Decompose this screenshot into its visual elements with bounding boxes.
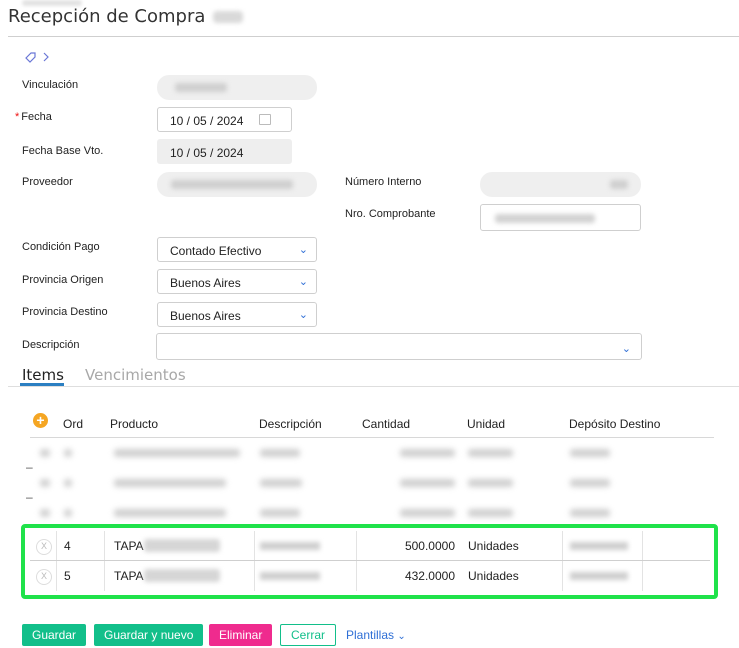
chevron-down-icon: ⌄	[298, 244, 308, 256]
table-row[interactable]	[30, 438, 714, 468]
table-row[interactable]: X 5 TAPA 432.0000 Unidades	[30, 561, 710, 591]
row-unidad: Unidades	[468, 539, 519, 553]
fecha-base-field: 10 / 05 / 2024	[157, 139, 292, 164]
col-ord: Ord	[63, 417, 84, 431]
calendar-icon[interactable]	[259, 114, 271, 125]
row-unidad: Unidades	[468, 569, 519, 583]
col-deposito: Depósito Destino	[569, 417, 661, 431]
nro-comprobante-input[interactable]	[480, 204, 641, 231]
eliminar-button[interactable]: Eliminar	[209, 624, 273, 646]
row-ord: 4	[64, 539, 71, 553]
tabs-divider	[8, 386, 739, 387]
tag-icon[interactable]	[22, 50, 52, 67]
vinculacion-label: Vinculación	[22, 79, 79, 91]
col-unidad: Unidad	[467, 417, 506, 431]
row-producto-redacted	[144, 539, 220, 552]
page-title-redacted	[213, 11, 244, 23]
fecha-label: * Fecha	[15, 111, 52, 123]
tab-vencimientos[interactable]: Vencimientos	[85, 366, 186, 384]
row-ord: 5	[64, 569, 71, 583]
plantillas-label: Plantillas	[346, 628, 395, 642]
nro-comprobante-label: Nro. Comprobante	[345, 208, 436, 220]
chevron-down-icon: ⌄	[397, 631, 406, 642]
chevron-down-icon: ⌄	[298, 276, 308, 288]
numero-interno-label: Número Interno	[345, 176, 422, 188]
add-row-icon[interactable]: +	[33, 413, 48, 428]
remove-row-icon[interactable]: X	[36, 569, 52, 585]
header-divider	[8, 36, 739, 37]
chevron-down-icon: ⌄	[621, 343, 631, 355]
required-mark: *	[15, 111, 20, 123]
proveedor-field[interactable]	[157, 172, 317, 197]
fecha-base-value: 10 / 05 / 2024	[170, 146, 244, 160]
provincia-destino-label: Provincia Destino	[22, 306, 108, 318]
provincia-origen-value: Buenos Aires	[170, 276, 241, 290]
guardar-nuevo-button[interactable]: Guardar y nuevo	[94, 624, 204, 646]
provincia-origen-select[interactable]: Buenos Aires ⌄	[157, 269, 317, 294]
row-descripcion-redacted	[260, 542, 320, 550]
col-producto: Producto	[110, 417, 159, 431]
row-deposito-redacted	[570, 542, 628, 550]
remove-row-icon[interactable]: X	[36, 539, 52, 555]
cerrar-button[interactable]: Cerrar	[280, 624, 337, 646]
col-descripcion: Descripción	[259, 417, 322, 431]
numero-interno-field	[480, 172, 641, 197]
descripcion-label: Descripción	[22, 339, 80, 351]
proveedor-label: Proveedor	[22, 176, 73, 188]
provincia-destino-select[interactable]: Buenos Aires ⌄	[157, 302, 317, 327]
condicion-pago-value: Contado Efectivo	[170, 244, 262, 258]
page-title: Recepción de Compra	[8, 6, 244, 27]
fecha-base-label: Fecha Base Vto.	[22, 145, 104, 157]
row-producto: TAPA	[114, 539, 144, 553]
descripcion-input[interactable]: ⌄	[156, 333, 642, 360]
fecha-value: 10 / 05 / 2024	[170, 114, 244, 128]
provincia-destino-value: Buenos Aires	[170, 309, 241, 323]
table-row[interactable]	[30, 468, 714, 498]
vinculacion-field[interactable]	[157, 75, 317, 100]
fecha-label-text: Fecha	[21, 111, 52, 123]
table-row[interactable]: X 4 TAPA 500.0000 Unidades	[30, 531, 710, 561]
condicion-pago-select[interactable]: Contado Efectivo ⌄	[157, 237, 317, 262]
row-cantidad[interactable]: 500.0000	[360, 539, 455, 553]
provincia-origen-label: Provincia Origen	[22, 274, 104, 286]
page-title-text: Recepción de Compra	[8, 6, 206, 27]
row-deposito-redacted	[570, 572, 628, 580]
plantillas-button[interactable]: Plantillas ⌄	[346, 624, 406, 646]
row-cantidad[interactable]: 432.0000	[360, 569, 455, 583]
guardar-button[interactable]: Guardar	[22, 624, 87, 646]
row-producto-redacted	[144, 569, 220, 582]
fecha-input[interactable]: 10 / 05 / 2024	[157, 107, 292, 132]
row-producto: TAPA	[114, 569, 144, 583]
col-cantidad: Cantidad	[362, 417, 411, 431]
condicion-pago-label: Condición Pago	[22, 241, 100, 253]
chevron-down-icon: ⌄	[298, 309, 308, 321]
row-descripcion-redacted	[260, 572, 320, 580]
tab-items[interactable]: Items	[22, 366, 64, 384]
